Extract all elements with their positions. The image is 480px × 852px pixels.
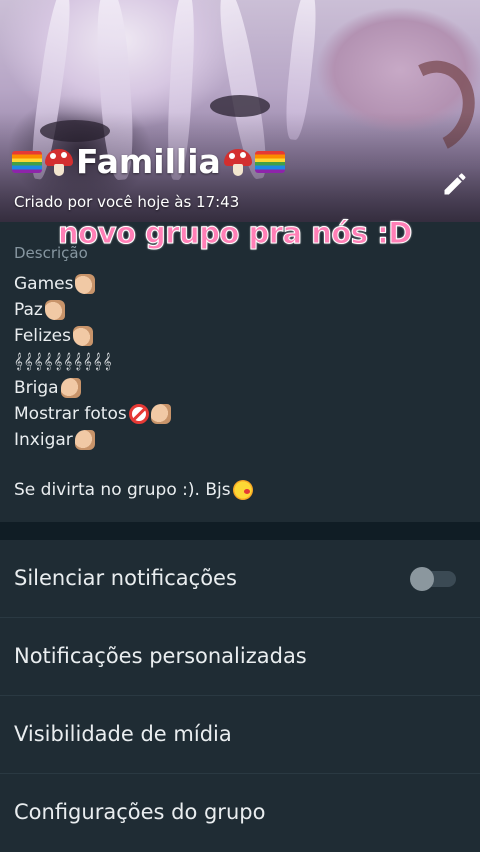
- mute-toggle-knob[interactable]: [410, 567, 434, 591]
- group-settings-row[interactable]: Configurações do grupo: [0, 774, 480, 852]
- mute-notifications-row[interactable]: Silenciar notificações: [0, 540, 480, 618]
- no-under-18-icon: [128, 404, 149, 424]
- mute-notifications-label: Silenciar notificações: [14, 566, 237, 590]
- thumbs-down-icon: [60, 378, 81, 398]
- group-settings-label: Configurações do grupo: [14, 800, 266, 824]
- media-visibility-row[interactable]: Visibilidade de mídia: [0, 696, 480, 774]
- thumbs-up-icon: [73, 326, 93, 346]
- rainbow-flag-icon: [254, 150, 285, 173]
- rainbow-flag-icon: [12, 150, 42, 173]
- custom-notifications-row[interactable]: Notificações personalizadas: [0, 618, 480, 696]
- thumbs-up-icon: [75, 274, 96, 294]
- description-line: Inxigar: [14, 430, 95, 450]
- group-cover-image[interactable]: Famillia Criado por você hoje às 17:43: [0, 0, 480, 222]
- media-visibility-label: Visibilidade de mídia: [14, 722, 232, 746]
- custom-notifications-label: Notificações personalizadas: [14, 644, 307, 668]
- kissing-face-icon: [232, 480, 253, 500]
- description-line: Briga: [14, 378, 81, 398]
- description-line: Paz: [14, 300, 65, 320]
- mushroom-icon: [223, 147, 253, 177]
- created-info: Criado por você hoje às 17:43: [14, 193, 240, 211]
- description-line: Felizes: [14, 326, 93, 346]
- group-name: Famillia: [12, 142, 285, 181]
- thumbs-down-icon: [74, 430, 95, 450]
- video-caption-overlay: novo grupo pra nós :D: [58, 216, 413, 251]
- mushroom-icon: [44, 147, 74, 177]
- group-settings-list: Silenciar notificações Notificações pers…: [0, 540, 480, 852]
- description-divider-notes: 𝄞𝄞𝄞𝄞𝄞𝄞𝄞𝄞𝄞𝄞: [14, 352, 113, 370]
- description-line: Se divirta no grupo :). Bjs: [14, 480, 253, 500]
- description-line: Mostrar fotos: [14, 404, 171, 424]
- group-name-text: Famillia: [76, 142, 221, 181]
- description-line: Games: [14, 274, 96, 294]
- description-panel[interactable]: [0, 222, 480, 522]
- thumbs-up-icon: [44, 300, 65, 320]
- pencil-icon[interactable]: [441, 170, 469, 198]
- thumbs-down-icon: [150, 404, 171, 424]
